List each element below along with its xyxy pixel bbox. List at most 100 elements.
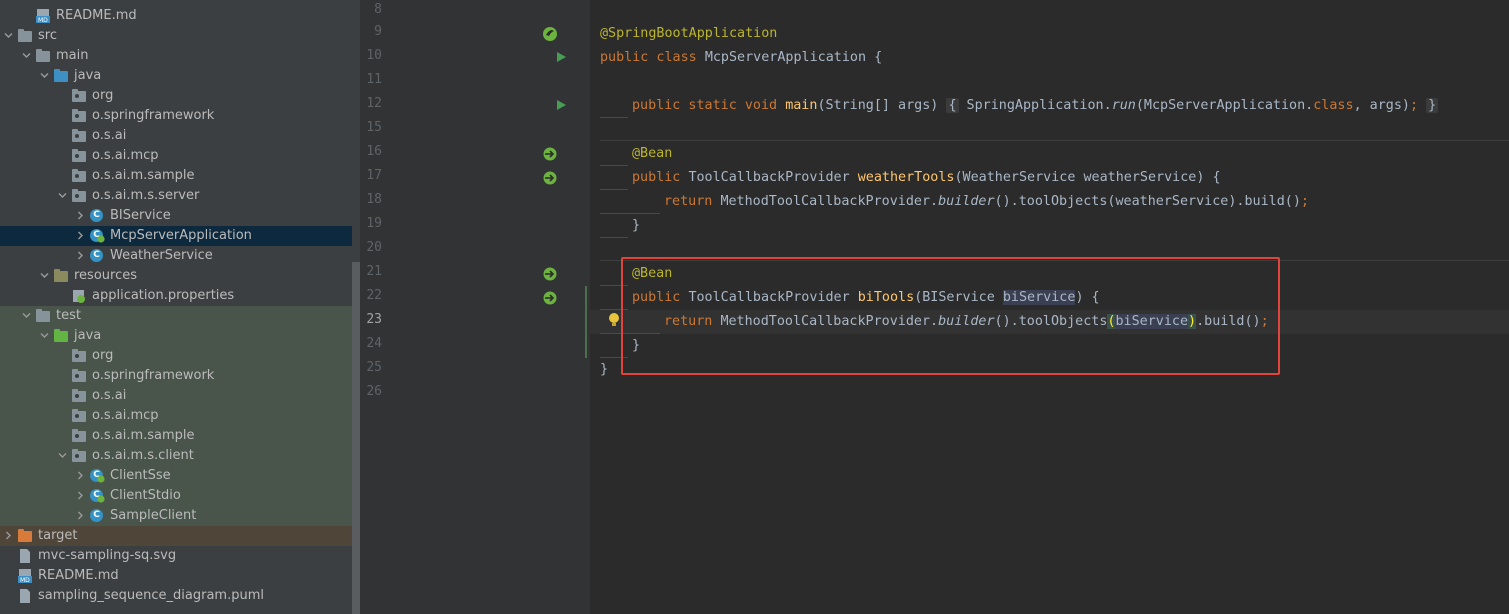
chevron-down-icon[interactable] [20,306,32,326]
keyword: return [664,194,721,209]
resources-folder-icon [54,269,68,283]
tree-item[interactable]: C WeatherService [0,246,352,266]
tree-item[interactable]: o.springframework [0,106,352,126]
tree-item[interactable]: C SampleClient [0,506,352,526]
tree-item[interactable]: C ClientSse [0,466,352,486]
tree-item[interactable]: o.s.ai.mcp [0,406,352,426]
tree-item-label: o.springframework [92,368,215,383]
bean-navigate-icon[interactable] [542,290,558,306]
tree-item[interactable]: resources [0,266,352,286]
tree-item-label: ClientStdio [110,488,181,503]
tree-item[interactable]: src [0,26,352,46]
chevron-down-icon[interactable] [38,326,50,346]
tree-item-label: o.s.ai [92,128,127,143]
class-icon: C [90,249,104,263]
code-editor[interactable]: @SpringBootApplication public class McpS… [360,0,1509,614]
tree-item-label: org [92,88,114,103]
chevron-right-icon[interactable] [74,486,86,506]
tree-item[interactable]: java [0,326,352,346]
tree-item-label: java [74,68,102,83]
line-number: 22 [366,288,382,303]
chevron-down-icon[interactable] [56,186,68,206]
chevron-right-icon[interactable] [74,206,86,226]
code-line-12[interactable]: public static void main(String[] args) {… [632,94,1439,118]
chevron-right-icon[interactable] [74,466,86,486]
bean-navigate-icon[interactable] [542,266,558,282]
tree-item-label: java [74,328,102,343]
lightbulb-icon[interactable] [607,312,621,328]
chevron-down-icon[interactable] [38,66,50,86]
chevron-down-icon[interactable] [56,446,68,466]
tree-item[interactable]: C ClientStdio [0,486,352,506]
line-number: 23 [366,312,382,327]
project-tree-scrollbar[interactable] [352,262,360,614]
tree-item-label: o.springframework [92,108,215,123]
line-number: 9 [374,24,382,39]
keyword: public class [600,50,705,65]
code-line-25[interactable]: } [600,358,608,382]
type: ToolCallbackProvider [688,170,858,185]
folder-icon [36,49,50,63]
tree-item-label: main [56,48,89,63]
tree-item[interactable]: mvc-sampling-sq.svg [0,546,352,566]
tree-item[interactable]: MD README.md [0,566,352,586]
tree-item[interactable]: o.s.ai.m.s.server [0,186,352,206]
tree-item[interactable]: C BIService [0,206,352,226]
tree-item-label: resources [74,268,138,283]
chevron-down-icon[interactable] [2,26,14,46]
tree-item[interactable]: main [0,46,352,66]
chevron-right-icon[interactable] [74,246,86,266]
spring-boot-run-icon[interactable] [542,26,558,42]
chevron-right-icon[interactable] [74,506,86,526]
tree-item[interactable]: application.properties [0,286,352,306]
run-main-icon[interactable] [555,99,567,111]
chevron-down-icon[interactable] [38,266,50,286]
code-line-16[interactable]: @Bean [632,142,672,166]
tree-item[interactable]: sampling_sequence_diagram.puml [0,586,352,606]
chevron-down-icon[interactable] [20,46,32,66]
svg-file-icon [18,549,32,563]
chevron-right-icon[interactable] [2,526,14,546]
code-line-17[interactable]: public ToolCallbackProvider weatherTools… [632,166,1221,190]
code-line-9[interactable]: @SpringBootApplication [600,22,777,46]
closing-brace: } [632,218,641,233]
tree-item[interactable]: o.s.ai.m.sample [0,426,352,446]
package-icon [72,429,86,443]
package-icon [72,389,86,403]
tree-item[interactable]: org [0,346,352,366]
line-number: 21 [366,264,382,279]
svg-text:MD: MD [20,577,30,583]
tree-item[interactable]: org [0,86,352,106]
tree-item[interactable]: target [0,526,352,546]
line-number: 19 [366,216,382,231]
class-icon: C [90,509,104,523]
run-class-icon[interactable] [555,51,567,63]
bean-navigate-icon[interactable] [542,170,558,186]
code-line-19[interactable]: } [632,214,640,238]
tree-item[interactable]: java [0,66,352,86]
tree-item[interactable]: o.s.ai.mcp [0,146,352,166]
spring-class-icon: C [90,489,105,503]
package-icon [72,409,86,423]
tree-item[interactable]: test [0,306,352,326]
tree-item[interactable]: o.s.ai [0,386,352,406]
tree-item[interactable]: o.s.ai.m.sample [0,166,352,186]
tree-item[interactable]: C McpServerApplication [0,226,352,246]
code-line-18[interactable]: return MethodToolCallbackProvider.builde… [664,190,1309,214]
bean-navigate-icon[interactable] [542,146,558,162]
code-line-10[interactable]: public class McpServerApplication { [600,46,882,70]
line-number: 17 [366,168,382,183]
tree-item[interactable]: o.s.ai [0,126,352,146]
tree-item[interactable]: o.springframework [0,366,352,386]
folded-brace[interactable]: } [1426,98,1439,113]
tree-item-label: README.md [38,568,119,583]
chevron-right-icon[interactable] [74,226,86,246]
package-icon [72,149,86,163]
folded-brace[interactable]: { [946,98,959,113]
tree-item-label: ClientSse [110,468,171,483]
line-number: 20 [366,240,382,255]
vcs-change-marker[interactable] [585,286,587,358]
tree-item[interactable]: MD README.md [0,6,352,26]
tree-item-label: sampling_sequence_diagram.puml [38,588,264,603]
tree-item[interactable]: o.s.ai.m.s.client [0,446,352,466]
